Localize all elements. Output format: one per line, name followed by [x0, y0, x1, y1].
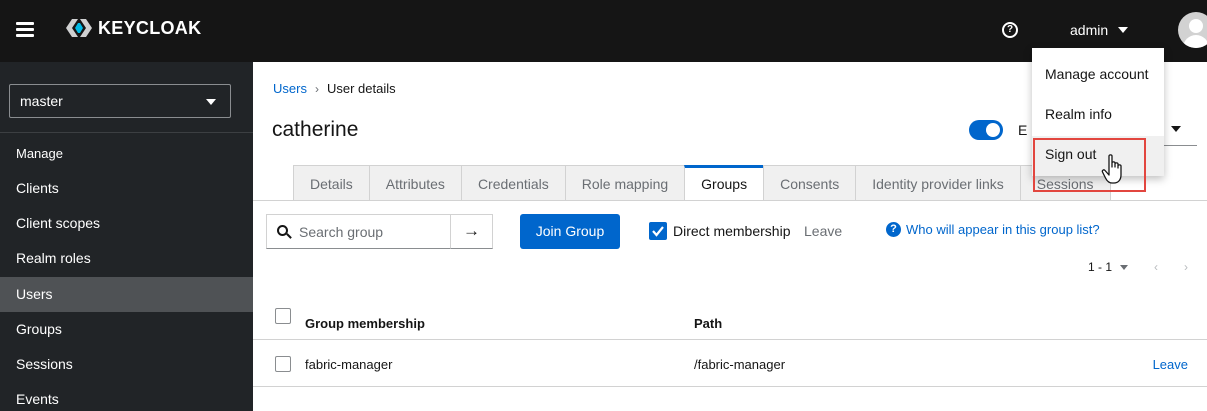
sidebar-section-manage: Manage [16, 146, 63, 161]
group-list-help-text: Who will appear in this group list? [906, 222, 1100, 237]
table-header: Group membership Path [253, 302, 1207, 340]
realm-selector[interactable]: master [9, 84, 231, 118]
group-path-cell: /fabric-manager [694, 357, 786, 372]
tab-identity-provider-links[interactable]: Identity provider links [855, 165, 1020, 201]
check-icon [652, 226, 664, 237]
tab-credentials[interactable]: Credentials [460, 165, 565, 201]
chevron-down-icon[interactable] [1120, 264, 1129, 270]
tabs-divider [253, 200, 1207, 201]
masthead: KEYCLOAK ? admin [0, 0, 1207, 62]
sidebar-item-events[interactable]: Events [0, 382, 253, 411]
join-group-button[interactable]: Join Group [520, 214, 620, 249]
help-icon[interactable]: ? [1002, 22, 1018, 38]
page-title: catherine [272, 118, 359, 141]
menu-item-realm-info[interactable]: Realm info [1032, 96, 1164, 136]
breadcrumb-separator: › [314, 81, 319, 96]
breadcrumb-current: User details [326, 81, 396, 96]
search-icon [277, 224, 292, 239]
menu-item-manage-account[interactable]: Manage account [1032, 56, 1164, 96]
next-page-icon[interactable]: › [1184, 260, 1188, 274]
tab-groups[interactable]: Groups [684, 165, 764, 201]
chevron-down-icon [1118, 27, 1129, 33]
pagination: 1 - 1 ‹ › [1088, 260, 1188, 274]
sidebar-item-realm-roles[interactable]: Realm roles [0, 241, 253, 276]
tab-role-mapping[interactable]: Role mapping [564, 165, 685, 201]
sidebar-item-clients[interactable]: Clients [0, 171, 253, 206]
enabled-toggle[interactable] [969, 120, 1003, 140]
tab-attributes[interactable]: Attributes [368, 165, 461, 201]
direct-membership-label: Direct membership [673, 223, 791, 239]
hamburger-icon[interactable] [16, 22, 34, 37]
user-menu-toggle[interactable]: admin [1070, 22, 1129, 38]
select-all-checkbox[interactable] [275, 308, 291, 324]
hand-cursor-icon [1101, 154, 1122, 184]
sidebar: master Manage Clients Client scopes Real… [0, 62, 253, 411]
sidebar-divider [0, 132, 253, 133]
chevron-down-icon [1171, 126, 1181, 132]
previous-page-icon[interactable]: ‹ [1154, 260, 1158, 274]
direct-membership-checkbox[interactable] [649, 222, 667, 240]
pagination-range[interactable]: 1 - 1 [1088, 260, 1112, 274]
realm-name: master [20, 93, 63, 109]
row-leave-button[interactable]: Leave [1153, 357, 1188, 372]
search-placeholder: Search group [299, 223, 384, 240]
search-submit-button[interactable]: → [451, 214, 493, 249]
sign-out-highlight [1033, 138, 1146, 192]
breadcrumb: Users › User details [273, 81, 396, 96]
search-input[interactable]: Search group [266, 214, 451, 249]
enabled-label: E [1018, 122, 1028, 138]
breadcrumb-users-link[interactable]: Users [273, 81, 307, 96]
sidebar-item-client-scopes[interactable]: Client scopes [0, 206, 253, 241]
sidebar-item-sessions[interactable]: Sessions [0, 347, 253, 382]
keycloak-logo-icon [66, 19, 92, 37]
tab-bar: Details Attributes Credentials Role mapp… [293, 165, 1111, 201]
group-list-help-link[interactable]: ? Who will appear in this group list? [886, 222, 1100, 237]
row-checkbox[interactable] [275, 356, 291, 372]
question-circle-icon: ? [886, 222, 901, 237]
chevron-down-icon [206, 99, 216, 105]
brand-name: KEYCLOAK [98, 17, 202, 38]
sidebar-item-users[interactable]: Users [0, 277, 253, 312]
leave-button[interactable]: Leave [804, 223, 842, 239]
column-header-path[interactable]: Path [694, 316, 722, 331]
table-row: fabric-manager /fabric-manager Leave [253, 341, 1207, 387]
keycloak-logo[interactable]: KEYCLOAK [64, 17, 201, 39]
username: admin [1070, 22, 1109, 38]
column-header-group-membership[interactable]: Group membership [305, 316, 425, 331]
tab-details[interactable]: Details [293, 165, 369, 201]
sidebar-item-groups[interactable]: Groups [0, 312, 253, 347]
group-name-cell: fabric-manager [305, 357, 393, 372]
avatar-icon[interactable] [1178, 12, 1207, 48]
tab-consents[interactable]: Consents [763, 165, 856, 201]
